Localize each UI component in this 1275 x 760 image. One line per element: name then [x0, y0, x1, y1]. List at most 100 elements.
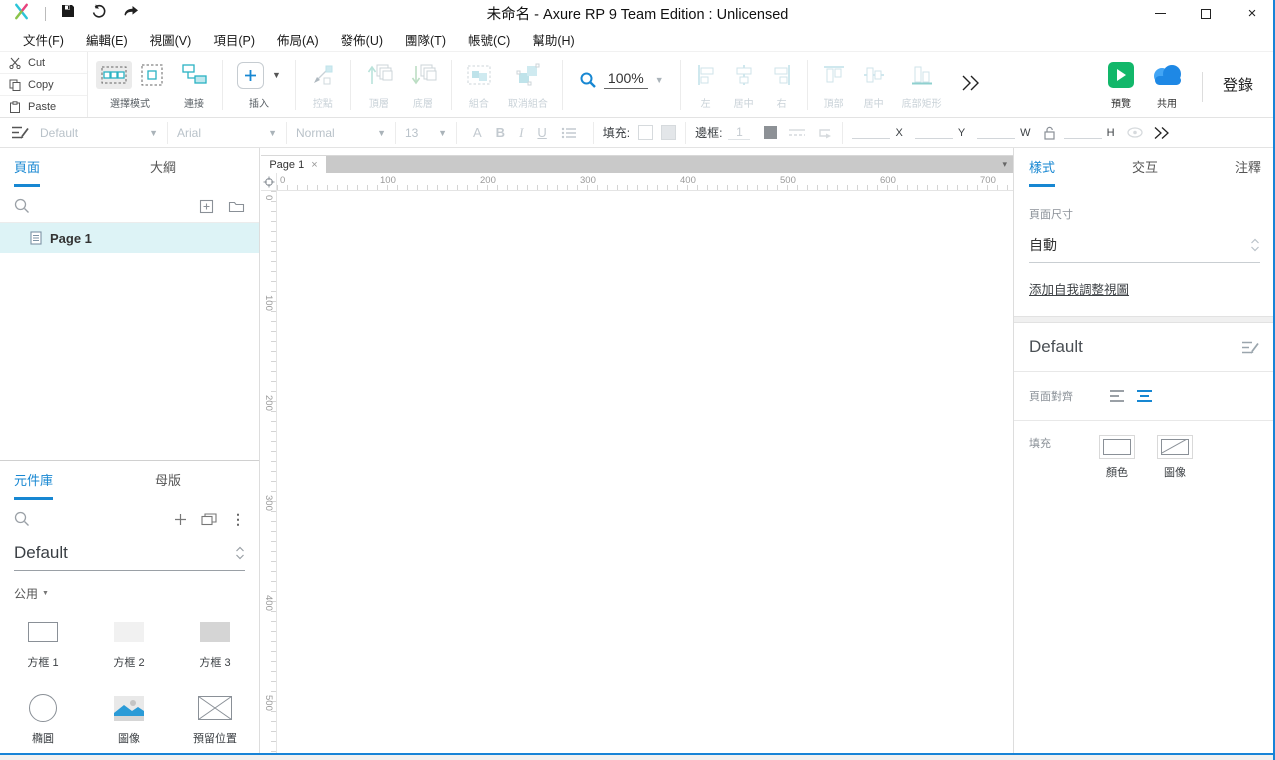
save-button[interactable] [60, 3, 76, 24]
tab-style[interactable]: 樣式 [1029, 157, 1055, 187]
menu-item-view[interactable]: 視圖(V) [139, 27, 203, 52]
tab-pages[interactable]: 頁面 [14, 157, 40, 187]
menu-item-project[interactable]: 項目(P) [202, 27, 266, 52]
insert-caret-icon[interactable]: ▼ [272, 70, 281, 80]
widget-image[interactable]: 圖像 [86, 688, 172, 746]
duplicate-library-icon[interactable] [201, 513, 217, 526]
search-icon[interactable] [14, 198, 30, 214]
ungroup-button: 取消組合 [500, 60, 556, 110]
fill-image-swatch[interactable] [1157, 435, 1193, 459]
select-intersect-icon[interactable] [96, 61, 132, 89]
menu-item-team[interactable]: 團隊(T) [394, 27, 457, 52]
tab-outline[interactable]: 大綱 [150, 157, 176, 184]
insert-button[interactable]: ▼ 插入 [229, 60, 289, 110]
maximize-button[interactable] [1183, 0, 1229, 27]
undo-button[interactable] [90, 3, 108, 24]
add-page-button[interactable] [199, 199, 214, 214]
x-field[interactable] [852, 126, 890, 139]
widget-box3[interactable]: 方框 3 [172, 612, 258, 670]
vertical-ruler[interactable]: 0 100 200 300 400 500 [261, 191, 277, 753]
w-field[interactable] [977, 126, 1015, 139]
paste-button[interactable]: Paste [0, 96, 87, 117]
edit-style-icon[interactable] [10, 124, 30, 141]
libraries-panel-tabs: 元件庫 母版 [0, 461, 259, 503]
box2-widget-icon [114, 622, 144, 642]
left-panel: 頁面 大綱 Page 1 元件庫 母版 [0, 148, 260, 753]
menu-item-help[interactable]: 幫助(H) [521, 27, 585, 52]
tab-libraries[interactable]: 元件庫 [14, 470, 53, 500]
fill-image-option[interactable]: 圖像 [1157, 435, 1193, 480]
canvas-tab-bar: Page 1 × ▾ [261, 155, 1013, 173]
lock-ratio-icon[interactable] [1043, 126, 1056, 140]
zoom-caret-icon[interactable]: ▼ [655, 75, 664, 85]
minimize-icon [1155, 13, 1166, 14]
align-right-icon [771, 63, 793, 87]
font-family-select[interactable]: Arial ▼ [177, 126, 277, 140]
login-button[interactable]: 登錄 [1213, 60, 1275, 95]
copy-icon [9, 79, 21, 91]
bring-to-front-button: 頂層 [357, 60, 401, 110]
select-contain-icon[interactable] [140, 63, 164, 87]
tab-masters[interactable]: 母版 [155, 470, 181, 497]
ellipse-widget-icon [29, 694, 57, 722]
library-select[interactable]: Default [14, 543, 245, 571]
tab-close-icon[interactable]: × [311, 159, 317, 171]
select-mode-button[interactable]: 選擇模式 [88, 60, 172, 110]
toolbar-overflow-button[interactable] [950, 74, 990, 97]
zoom-control[interactable]: 100% ▼ [569, 70, 674, 89]
libraries-panel: 元件庫 母版 ⋮ Default 公用 ▼ [0, 460, 259, 753]
menu-item-arrange[interactable]: 佈局(A) [266, 27, 330, 52]
widget-box1[interactable]: 方框 1 [0, 612, 86, 670]
tab-interactions[interactable]: 交互 [1132, 157, 1158, 184]
align-top-button: 頂部 [814, 60, 854, 110]
close-button[interactable]: × [1229, 0, 1275, 27]
updown-chevron-icon [1250, 238, 1260, 252]
menu-item-edit[interactable]: 編輯(E) [75, 27, 139, 52]
h-field[interactable] [1064, 126, 1102, 139]
style-preset-select[interactable]: Default ▼ [40, 126, 158, 140]
canvas-tab-page1[interactable]: Page 1 × [261, 156, 327, 173]
menu-item-file[interactable]: 文件(F) [12, 27, 75, 52]
menu-item-publish[interactable]: 發佈(U) [330, 27, 394, 52]
page-align-center-icon[interactable] [1136, 389, 1153, 403]
menu-item-account[interactable]: 帳號(C) [457, 27, 521, 52]
search-icon[interactable] [14, 511, 30, 527]
page-align-left-icon[interactable] [1109, 389, 1126, 403]
page-size-select[interactable]: 自動 [1029, 235, 1260, 263]
align-middle-icon [862, 63, 886, 87]
font-size-select[interactable]: 13 ▼ [405, 126, 447, 140]
share-button[interactable]: 共用 [1142, 60, 1192, 110]
main-toolbar: Cut Copy Paste 選擇 [0, 52, 1275, 118]
widget-placeholder[interactable]: 預留位置 [172, 688, 258, 746]
design-canvas[interactable] [277, 191, 1013, 753]
send-to-back-icon [409, 62, 437, 88]
tab-notes[interactable]: 注釋 [1235, 157, 1261, 184]
ruler-origin-control[interactable] [261, 173, 277, 191]
add-library-button[interactable] [174, 513, 187, 526]
add-adaptive-views-link[interactable]: 添加自我調整視圖 [1029, 279, 1129, 298]
library-section-common[interactable]: 公用 ▼ [14, 585, 245, 602]
copy-button[interactable]: Copy [0, 74, 87, 96]
redo-button[interactable] [122, 3, 140, 24]
horizontal-ruler[interactable]: 0 100 200 300 400 500 600 700 [277, 173, 1013, 191]
y-field[interactable] [915, 126, 953, 139]
preview-play-icon [1108, 62, 1134, 88]
cut-button[interactable]: Cut [0, 52, 87, 74]
font-weight-select[interactable]: Normal ▼ [296, 126, 386, 140]
edit-page-style-icon[interactable] [1240, 339, 1260, 356]
add-folder-button[interactable] [228, 199, 245, 213]
stylebar-overflow-button[interactable] [1153, 126, 1170, 140]
page-tree-item-page1[interactable]: Page 1 [0, 223, 259, 253]
page-icon [30, 231, 42, 245]
tab-list-caret-icon[interactable]: ▾ [1002, 159, 1007, 170]
kebab-menu-icon[interactable]: ⋮ [231, 511, 245, 528]
preview-button[interactable]: 預覽 [1100, 60, 1142, 110]
widget-box2[interactable]: 方框 2 [86, 612, 172, 670]
connect-button[interactable]: 連接 [172, 60, 216, 110]
align-right-button: 右 [763, 60, 801, 110]
fill-color-option[interactable]: 顏色 [1099, 435, 1135, 480]
minimize-button[interactable] [1137, 0, 1183, 27]
zoom-value[interactable]: 100% [604, 70, 648, 89]
fill-color-swatch[interactable] [1099, 435, 1135, 459]
widget-ellipse[interactable]: 橢圓 [0, 688, 86, 746]
